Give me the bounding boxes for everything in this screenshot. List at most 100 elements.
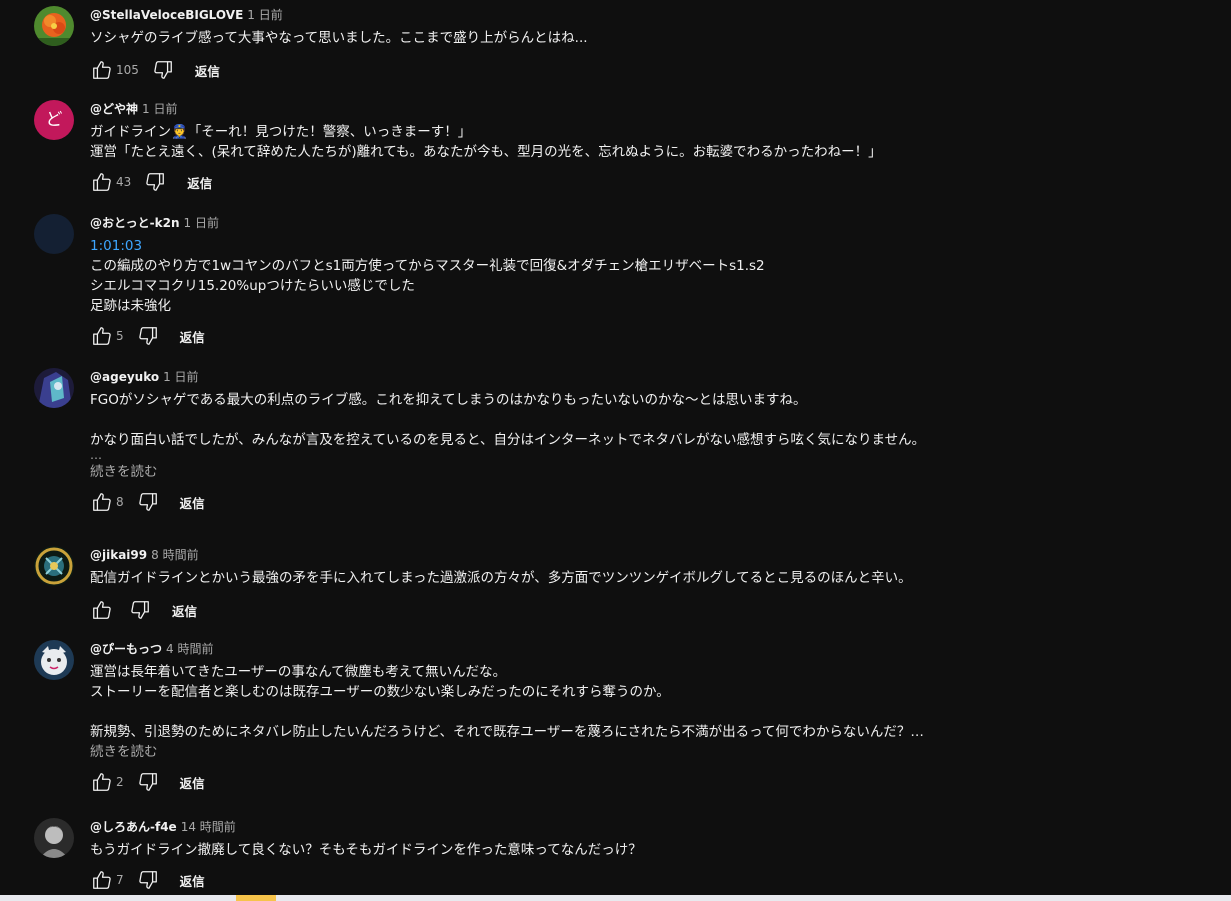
comment-line: FGOがソシャゲである最大の利点のライブ感。これを抑えてしまうのはかなりもったい… <box>90 392 807 408</box>
thumbs-up-icon <box>93 493 111 511</box>
comment-line: かなり面白い話でしたが、みんなが言及を控えているのを見ると、自分はインターネット… <box>90 432 926 448</box>
timestamp-link[interactable]: 1:01:03 <box>90 238 142 254</box>
dislike-button[interactable] <box>151 58 175 82</box>
comment-header: @おとっと-k2n 1 日前 <box>90 214 1180 232</box>
comment-time[interactable]: 4 時間前 <box>166 642 213 656</box>
comment-line: 新規勢、引退勢のためにネタバレ防止したいんだろうけど、それで既存ユーザーを蔑ろに… <box>90 724 924 740</box>
author-handle[interactable]: @StellaVeloceBIGLOVE <box>90 8 243 22</box>
like-count: 7 <box>116 873 124 887</box>
author-handle[interactable]: @ageyuko <box>90 370 159 384</box>
read-more-link[interactable]: 続きを読む <box>90 462 1180 482</box>
comment-actions: 105 返信 <box>90 58 1180 82</box>
dislike-button[interactable] <box>136 868 160 892</box>
dislike-button[interactable] <box>136 770 160 794</box>
comment-actions: 返信 <box>90 598 1180 622</box>
comments-section: @StellaVeloceBIGLOVE 1 日前 ソシャゲのライブ感って大事やな… <box>0 0 1231 895</box>
comment-text: 運営は長年着いてきたユーザーの事なんて微塵も考えて無いんだな。 ストーリーを配信… <box>90 662 1180 742</box>
like-button[interactable] <box>90 58 114 82</box>
comment-line <box>90 410 1180 430</box>
like-button[interactable] <box>90 170 114 194</box>
like-count: 5 <box>116 329 124 343</box>
comment-text: ソシャゲのライブ感って大事やなって思いました。ここまで盛り上がらんとはね... <box>90 28 1180 48</box>
comment-line <box>90 702 1180 722</box>
reply-button[interactable]: 返信 <box>195 61 220 80</box>
avatar[interactable] <box>34 368 74 408</box>
comment-actions: 43 返信 <box>90 170 1180 194</box>
comment-text: 配信ガイドラインとかいう最強の矛を手に入れてしまった過激派の方々が、多方面でツン… <box>90 568 1180 588</box>
comment-header: @jikai99 8 時間前 <box>90 546 1180 564</box>
author-handle[interactable]: @しろあん-f4e <box>90 820 177 834</box>
dislike-button[interactable] <box>136 490 160 514</box>
reply-button[interactable]: 返信 <box>180 871 205 890</box>
read-more-link[interactable]: 続きを読む <box>90 742 1180 762</box>
comment-text: FGOがソシャゲである最大の利点のライブ感。これを抑えてしまうのはかなりもったい… <box>90 390 1180 450</box>
avatar[interactable] <box>34 546 74 586</box>
like-button[interactable] <box>90 324 114 348</box>
comment-body: @どや神 1 日前 ガイドライン👮「そーれ！見つけた！警察、いっきまーす！」 運営… <box>90 100 1180 194</box>
comment-header: @ぴーもっつ 4 時間前 <box>90 640 1180 658</box>
comment-line: ソシャゲのライブ感って大事やなって思いました。ここまで盛り上がらんとはね... <box>90 30 588 46</box>
comment-time[interactable]: 1 日前 <box>247 8 282 22</box>
like-button[interactable] <box>90 770 114 794</box>
comment-body: @おとっと-k2n 1 日前 1:01:03 この編成のやり方で1wコヤンのバフと… <box>90 214 1180 348</box>
comment-actions: 5 返信 <box>90 324 1180 348</box>
reply-button[interactable]: 返信 <box>180 493 205 512</box>
comment-line: ガイドライン👮「そーれ！見つけた！警察、いっきまーす！」 <box>90 124 472 140</box>
author-handle[interactable]: @おとっと-k2n <box>90 216 180 230</box>
comment-header: @どや神 1 日前 <box>90 100 1180 118</box>
comment-header: @ageyuko 1 日前 <box>90 368 1180 386</box>
thumbs-down-icon <box>138 773 157 791</box>
comment-time[interactable]: 1 日前 <box>184 216 219 230</box>
thumbs-up-icon <box>93 173 111 191</box>
avatar[interactable] <box>34 640 74 680</box>
avatar[interactable] <box>34 6 74 46</box>
thumbs-up-icon <box>93 773 111 791</box>
comment-header: @しろあん-f4e 14 時間前 <box>90 818 1180 836</box>
thumbs-down-icon <box>138 493 157 511</box>
comment-line: ストーリーを配信者と楽しむのは既存ユーザーの数少ない楽しみだったのにそれすら奪う… <box>90 684 670 700</box>
thumbs-up-icon <box>93 601 111 619</box>
comment-body: @jikai99 8 時間前 配信ガイドラインとかいう最強の矛を手に入れてしまった… <box>90 546 1180 622</box>
dislike-button[interactable] <box>143 170 167 194</box>
thumbs-up-icon <box>93 61 111 79</box>
reply-button[interactable]: 返信 <box>180 327 205 346</box>
thumbs-down-icon <box>138 871 157 889</box>
comment-line: 足跡は未強化 <box>90 298 171 314</box>
reply-button[interactable]: 返信 <box>187 173 212 192</box>
comment-header: @StellaVeloceBIGLOVE 1 日前 <box>90 6 1180 24</box>
comment-actions: 8 返信 <box>90 490 1180 514</box>
avatar[interactable]: ど <box>34 100 74 140</box>
comment-time[interactable]: 1 日前 <box>142 102 177 116</box>
like-button[interactable] <box>90 490 114 514</box>
comment-time[interactable]: 1 日前 <box>163 370 198 384</box>
comment-time[interactable]: 14 時間前 <box>181 820 236 834</box>
avatar[interactable] <box>34 214 74 254</box>
comment-text: 1:01:03 この編成のやり方で1wコヤンのバフとs1両方使ってからマスター礼… <box>90 236 1180 316</box>
comment-line: 配信ガイドラインとかいう最強の矛を手に入れてしまった過激派の方々が、多方面でツン… <box>90 570 912 586</box>
comment-text: もうガイドライン撤廃して良くない？そもそもガイドラインを作った意味ってなんだっけ… <box>90 840 1180 860</box>
author-handle[interactable]: @ぴーもっつ <box>90 642 162 656</box>
reply-button[interactable]: 返信 <box>180 773 205 792</box>
dislike-button[interactable] <box>128 598 152 622</box>
like-count: 43 <box>116 175 132 189</box>
author-handle[interactable]: @jikai99 <box>90 548 147 562</box>
like-count: 8 <box>116 495 124 509</box>
comment-body: @ぴーもっつ 4 時間前 運営は長年着いてきたユーザーの事なんて微塵も考えて無いん… <box>90 640 1180 794</box>
thumbs-down-icon <box>138 327 157 345</box>
comment-body: @しろあん-f4e 14 時間前 もうガイドライン撤廃して良くない？そもそもガイド… <box>90 818 1180 892</box>
comment-line: 運営「たとえ遠く、(呆れて辞めた人たちが)離れても。あなたが今も、型月の光を、忘… <box>90 144 882 160</box>
taskbar-edge <box>0 895 1231 901</box>
author-handle[interactable]: @どや神 <box>90 102 138 116</box>
comment-body: @ageyuko 1 日前 FGOがソシャゲである最大の利点のライブ感。これを抑え… <box>90 368 1180 514</box>
comment-time[interactable]: 8 時間前 <box>151 548 198 562</box>
like-button[interactable] <box>90 868 114 892</box>
dislike-button[interactable] <box>136 324 160 348</box>
comment-line: もうガイドライン撤廃して良くない？そもそもガイドラインを作った意味ってなんだっけ… <box>90 842 642 858</box>
like-button[interactable] <box>90 598 114 622</box>
comment-line: シエルコマコクリ15.20%upつけたらいい感じでした <box>90 278 415 294</box>
avatar[interactable] <box>34 818 74 858</box>
thumbs-up-icon <box>93 871 111 889</box>
reply-button[interactable]: 返信 <box>172 601 197 620</box>
comment-actions: 2 返信 <box>90 770 1180 794</box>
comment-body: @StellaVeloceBIGLOVE 1 日前 ソシャゲのライブ感って大事やな… <box>90 6 1180 82</box>
